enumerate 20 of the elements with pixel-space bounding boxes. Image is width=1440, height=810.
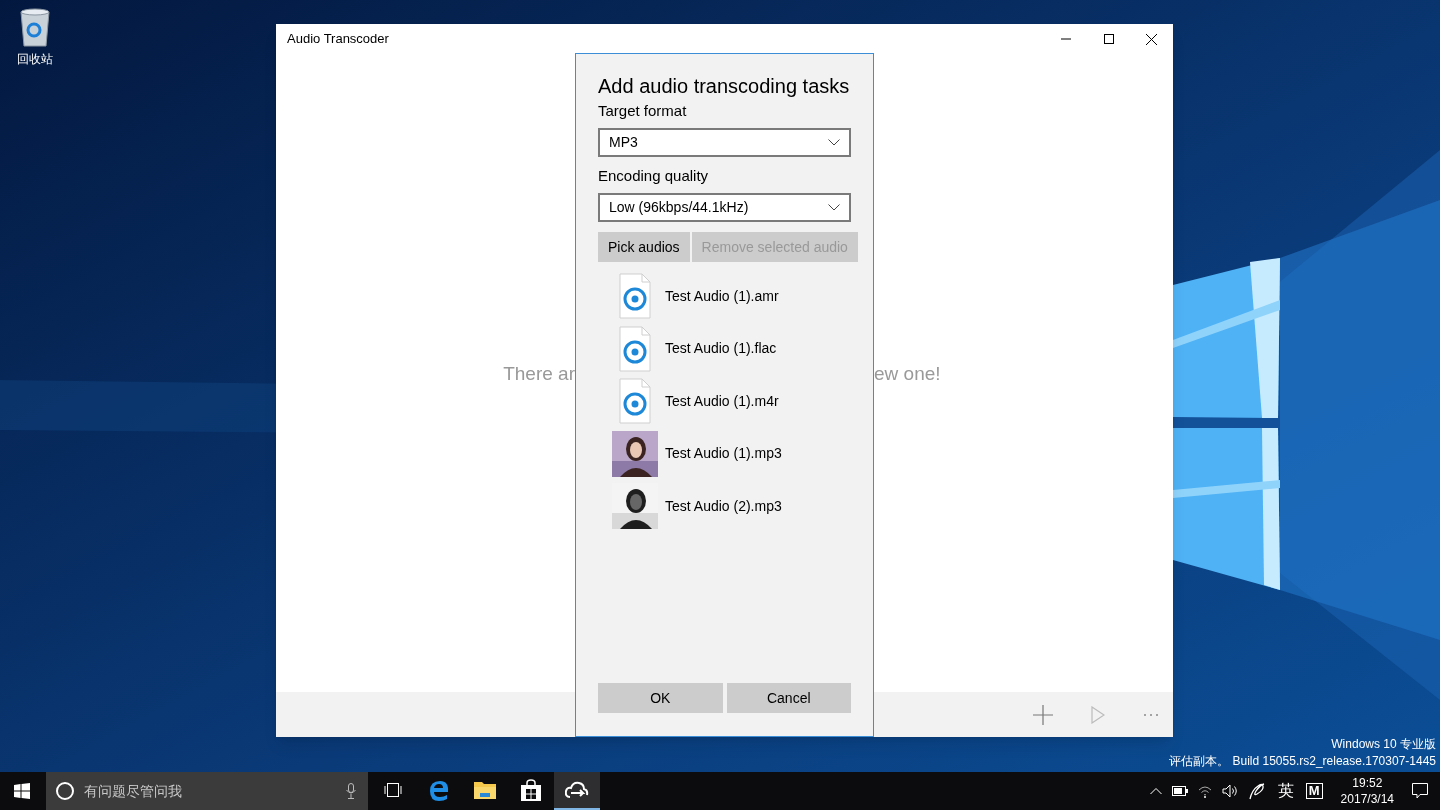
chevron-up-icon[interactable] — [1149, 787, 1162, 795]
clock-date[interactable]: 2017/3/14 — [1340, 791, 1394, 807]
task-view-icon — [384, 782, 402, 798]
notification-icon[interactable] — [1412, 783, 1428, 799]
folder-icon — [474, 781, 496, 799]
pen-icon[interactable] — [1247, 782, 1266, 800]
input-language-indicator[interactable]: 英 — [1275, 779, 1296, 803]
input-mode-indicator[interactable]: M — [1305, 783, 1323, 799]
clock-time[interactable]: 19:52 — [1352, 775, 1383, 791]
cloud-arrow-icon — [565, 781, 589, 799]
windows-start-icon[interactable] — [14, 783, 30, 799]
battery-icon[interactable] — [1171, 786, 1188, 796]
volume-icon[interactable] — [1221, 784, 1238, 798]
shopping-bag-icon — [521, 779, 541, 801]
cortana-icon — [55, 781, 75, 801]
browser-icon — [428, 779, 450, 801]
search-field[interactable]: 有问题尽管问我 — [46, 772, 368, 810]
microphone-icon[interactable] — [346, 783, 356, 799]
taskbar-button[interactable] — [554, 772, 600, 810]
wifi-icon[interactable] — [1197, 784, 1212, 798]
